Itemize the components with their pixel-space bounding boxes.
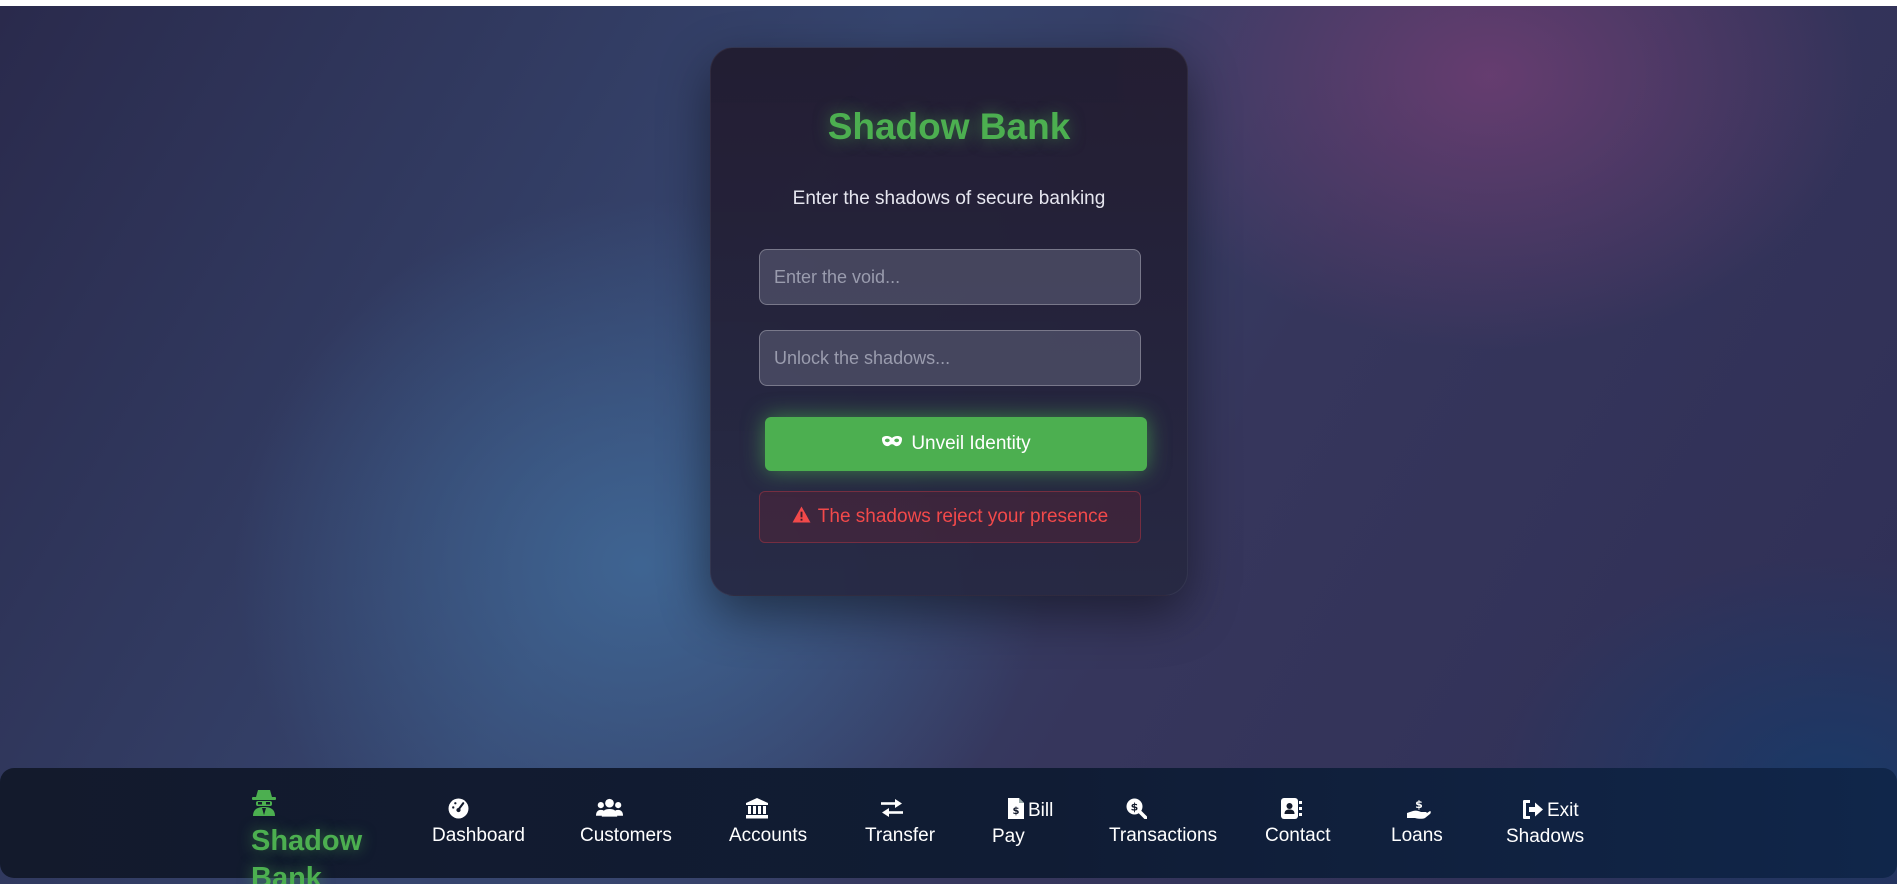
hand-holding-dollar-icon: $ bbox=[1391, 798, 1443, 823]
nav-accounts[interactable]: Accounts bbox=[729, 798, 807, 849]
nav-customers-label: Customers bbox=[580, 825, 672, 846]
spy-icon bbox=[251, 788, 283, 820]
nav-contact-label: Contact bbox=[1265, 825, 1331, 846]
nav-transfer-label: Transfer bbox=[865, 825, 936, 846]
error-message: The shadows reject your presence bbox=[817, 506, 1109, 527]
nav-exit-line1: Exit bbox=[1547, 800, 1579, 821]
nav-dashboard[interactable]: Dashboard bbox=[432, 798, 525, 849]
nav-exit-shadows[interactable]: Exit Shadows bbox=[1506, 798, 1584, 850]
username-input[interactable] bbox=[759, 249, 1141, 305]
login-subtitle: Enter the shadows of secure banking bbox=[792, 188, 1106, 209]
address-book-icon bbox=[1265, 798, 1330, 823]
invoice-icon: $ bbox=[1008, 798, 1024, 819]
bottom-navbar: Shadow Bank Dashboard Customers Accounts bbox=[0, 768, 1897, 884]
svg-text:$: $ bbox=[1415, 798, 1423, 811]
warning-icon bbox=[792, 505, 811, 529]
login-title: Shadow Bank bbox=[827, 106, 1071, 147]
nav-loans-label: Loans bbox=[1391, 825, 1443, 846]
svg-text:$: $ bbox=[1131, 801, 1139, 814]
nav-loans[interactable]: $ Loans bbox=[1391, 798, 1443, 849]
brand-line2: Bank bbox=[251, 862, 322, 884]
page-background: Shadow Bank Enter the shadows of secure … bbox=[0, 6, 1897, 884]
nav-transactions-label: Transactions bbox=[1109, 825, 1218, 846]
nav-accounts-label: Accounts bbox=[729, 825, 808, 846]
login-card: Shadow Bank Enter the shadows of secure … bbox=[710, 47, 1188, 596]
transfer-icon bbox=[865, 798, 935, 823]
brand-line1: Shadow bbox=[251, 825, 363, 857]
nav-bill-pay-line1: Bill bbox=[1028, 800, 1054, 821]
search-dollar-icon: $ bbox=[1109, 798, 1217, 823]
error-alert: The shadows reject your presence bbox=[759, 491, 1141, 543]
users-icon bbox=[580, 798, 672, 823]
bank-icon bbox=[729, 798, 807, 823]
nav-bill-pay-line2: Pay bbox=[992, 826, 1025, 847]
svg-text:$: $ bbox=[1013, 806, 1020, 817]
nav-dashboard-label: Dashboard bbox=[432, 825, 525, 846]
nav-exit-line2: Shadows bbox=[1506, 826, 1585, 847]
nav-customers[interactable]: Customers bbox=[580, 798, 672, 849]
brand-logo[interactable]: Shadow Bank bbox=[251, 786, 401, 884]
password-input[interactable] bbox=[759, 330, 1141, 386]
mask-icon bbox=[881, 433, 903, 455]
sign-out-icon bbox=[1523, 800, 1543, 819]
nav-transfer[interactable]: Transfer bbox=[865, 798, 935, 849]
unveil-identity-button[interactable]: Unveil Identity bbox=[765, 417, 1147, 471]
nav-contact[interactable]: Contact bbox=[1265, 798, 1330, 849]
gauge-icon bbox=[432, 798, 525, 823]
unveil-identity-label: Unveil Identity bbox=[911, 433, 1031, 454]
nav-bill-pay[interactable]: $ Bill Pay bbox=[992, 798, 1053, 850]
nav-transactions[interactable]: $ Transactions bbox=[1109, 798, 1217, 849]
